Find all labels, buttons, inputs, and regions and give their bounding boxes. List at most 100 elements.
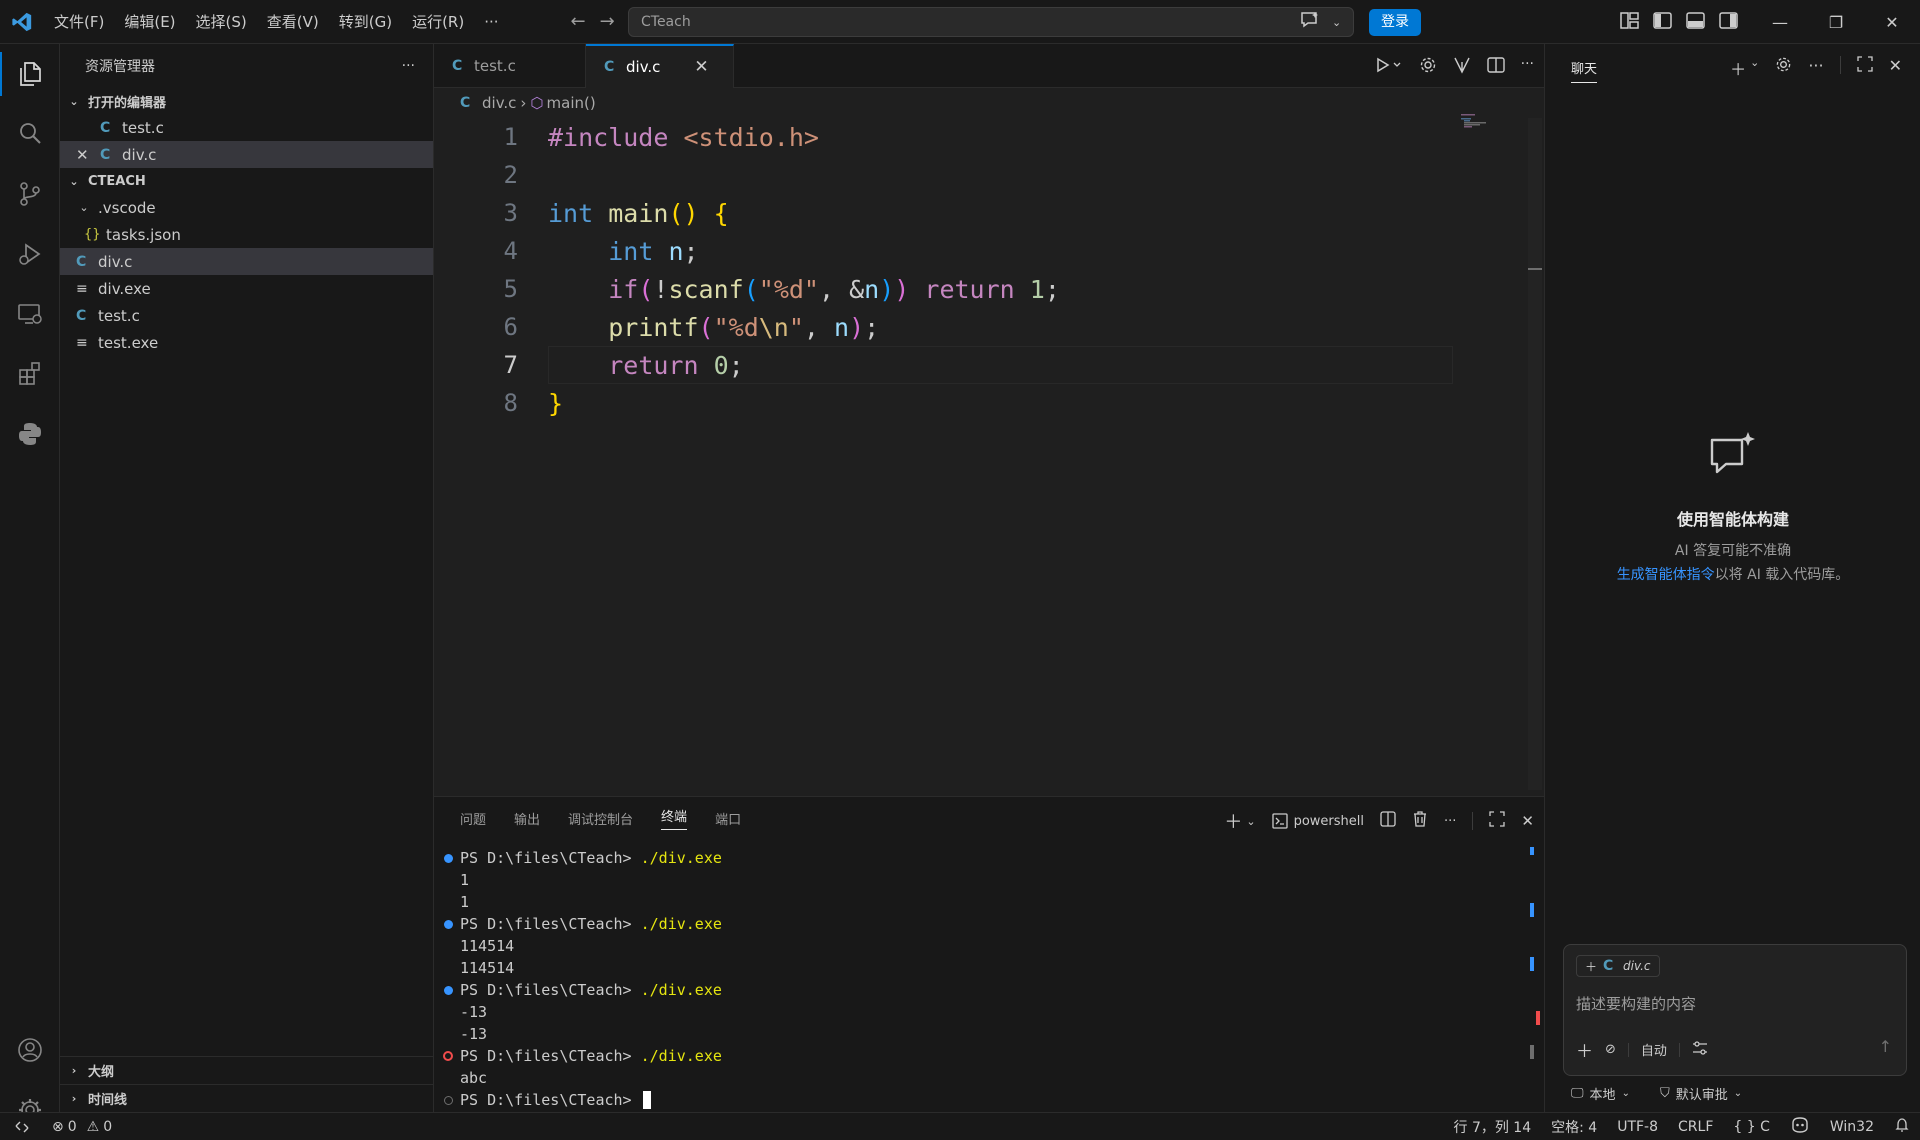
- tab-test-c[interactable]: C test.c: [434, 44, 586, 88]
- explorer-more-icon[interactable]: ···: [402, 58, 415, 74]
- vscode-logo-icon[interactable]: [0, 0, 44, 44]
- indentation[interactable]: 空格: 4: [1541, 1117, 1607, 1137]
- customize-layout-icon[interactable]: [1620, 12, 1639, 33]
- chat-title-tab[interactable]: 聊天: [1571, 58, 1598, 83]
- source-control-icon[interactable]: [0, 164, 60, 224]
- command-center-search[interactable]: CTeach: [628, 7, 1354, 37]
- tab-div-c[interactable]: C div.c ✕: [586, 44, 734, 88]
- new-terminal-icon[interactable]: ＋: [1224, 808, 1242, 834]
- command-pending-dot-icon[interactable]: [444, 1095, 453, 1105]
- outline-header[interactable]: › 大纲: [60, 1056, 434, 1084]
- notifications-bell-icon[interactable]: [1884, 1117, 1920, 1137]
- mode-picker[interactable]: 自动: [1641, 1040, 1667, 1059]
- menu-more[interactable]: ···: [474, 0, 508, 44]
- close-window-icon[interactable]: ✕: [1864, 0, 1920, 44]
- tab-ports[interactable]: 端口: [715, 809, 741, 828]
- restore-icon[interactable]: ❐: [1808, 0, 1864, 44]
- problems-status[interactable]: ⊗ 0 ⚠ 0: [52, 1119, 112, 1135]
- terminal-dropdown-chevron-icon[interactable]: ⌄: [1246, 815, 1255, 828]
- tree-item[interactable]: ≡ div.exe: [60, 275, 433, 302]
- toggle-panel-icon[interactable]: [1686, 12, 1705, 33]
- chat-settings-gear-icon[interactable]: [1775, 56, 1792, 80]
- run-debug-dropdown-icon[interactable]: [1375, 56, 1403, 78]
- close-chat-icon[interactable]: ✕: [1889, 56, 1902, 80]
- command-success-dot-icon[interactable]: [444, 919, 453, 929]
- tools-icon[interactable]: ⊘: [1605, 1042, 1616, 1057]
- tab-terminal[interactable]: 终端: [661, 806, 688, 830]
- tree-item[interactable]: C test.c: [60, 302, 433, 329]
- add-context-icon[interactable]: ＋: [1585, 958, 1597, 975]
- copilot-dropdown-chevron-icon[interactable]: ⌄: [1332, 16, 1341, 29]
- command-success-dot-icon[interactable]: [444, 985, 453, 995]
- send-arrow-icon[interactable]: ↑: [1879, 1037, 1892, 1056]
- maximize-panel-icon[interactable]: [1489, 811, 1506, 831]
- kill-terminal-trash-icon[interactable]: [1412, 811, 1428, 831]
- open-editor-item[interactable]: C test.c: [60, 114, 433, 141]
- forward-arrow-icon[interactable]: →: [600, 11, 615, 32]
- timeline-header[interactable]: › 时间线: [60, 1084, 434, 1112]
- remote-indicator-icon[interactable]: [0, 1113, 44, 1140]
- minimap[interactable]: [1461, 114, 1521, 134]
- extensions-icon[interactable]: [0, 344, 60, 404]
- command-success-dot-icon[interactable]: [444, 853, 453, 863]
- toggle-primary-sidebar-icon[interactable]: [1653, 12, 1672, 33]
- chat-more-icon[interactable]: ···: [1808, 56, 1823, 80]
- add-attachment-icon[interactable]: ＋: [1576, 1037, 1593, 1062]
- split-editor-icon[interactable]: [1486, 56, 1505, 78]
- command-error-dot-icon[interactable]: [443, 1051, 453, 1061]
- explorer-icon[interactable]: [0, 44, 60, 104]
- new-chat-dropdown-chevron-icon[interactable]: ⌄: [1750, 56, 1759, 80]
- open-editor-item[interactable]: ✕ C div.c: [60, 141, 433, 168]
- chat-input-placeholder[interactable]: 描述要构建的内容: [1576, 993, 1696, 1014]
- menu-view[interactable]: 查看(V): [257, 0, 329, 44]
- location-picker[interactable]: 🖵 本地 ⌄: [1571, 1084, 1630, 1103]
- configure-tools-icon[interactable]: [1692, 1040, 1708, 1059]
- menu-run[interactable]: 运行(R): [402, 0, 474, 44]
- menu-selection[interactable]: 选择(S): [186, 0, 257, 44]
- copilot-chat-icon[interactable]: [1300, 11, 1320, 33]
- login-button[interactable]: 登录: [1369, 9, 1421, 36]
- search-icon[interactable]: [0, 104, 60, 164]
- split-terminal-icon[interactable]: [1380, 811, 1396, 831]
- folder-header[interactable]: ⌄ CTEACH: [60, 168, 433, 194]
- tree-item[interactable]: C div.c: [60, 248, 433, 275]
- language-mode[interactable]: { } C: [1723, 1119, 1780, 1135]
- minimize-icon[interactable]: —: [1752, 0, 1808, 44]
- panel-more-icon[interactable]: ···: [1444, 814, 1456, 829]
- maximize-chat-icon[interactable]: [1856, 56, 1873, 80]
- run-debug-icon[interactable]: [0, 224, 60, 284]
- menu-go[interactable]: 转到(G): [329, 0, 402, 44]
- tree-item[interactable]: ≡ test.exe: [60, 329, 433, 356]
- tab-output[interactable]: 输出: [514, 809, 540, 828]
- terminal-scrollbar[interactable]: [1528, 847, 1542, 1107]
- breadcrumb-symbol[interactable]: main(): [547, 94, 596, 112]
- tab-problems[interactable]: 问题: [460, 809, 486, 828]
- tree-item[interactable]: {} tasks.json: [60, 221, 433, 248]
- editor-scrollbar[interactable]: [1528, 118, 1542, 790]
- terminal-output[interactable]: PS D:\files\CTeach> ./div.exe 1 1 PS D:\…: [434, 847, 1524, 1111]
- compare-icon[interactable]: [1453, 56, 1471, 78]
- tab-debug-console[interactable]: 调试控制台: [568, 809, 633, 828]
- terminal-shell-selector[interactable]: powershell: [1271, 813, 1364, 829]
- platform[interactable]: Win32: [1820, 1119, 1884, 1135]
- open-editors-header[interactable]: ⌄ 打开的编辑器: [60, 88, 433, 114]
- context-chip[interactable]: ＋ C div.c: [1576, 955, 1660, 977]
- close-panel-icon[interactable]: ✕: [1521, 812, 1534, 830]
- code-editor[interactable]: 1 #include <stdio.h> 2 3 int main() { 4 …: [434, 118, 1529, 422]
- toggle-secondary-sidebar-icon[interactable]: [1719, 12, 1738, 33]
- tree-item-folder[interactable]: ⌄ .vscode: [60, 194, 433, 221]
- remote-explorer-icon[interactable]: [0, 284, 60, 344]
- menu-file[interactable]: 文件(F): [44, 0, 114, 44]
- new-chat-icon[interactable]: ＋: [1730, 56, 1746, 80]
- menu-edit[interactable]: 编辑(E): [114, 0, 185, 44]
- encoding[interactable]: UTF-8: [1607, 1119, 1668, 1135]
- more-actions-icon[interactable]: ···: [1521, 56, 1534, 78]
- breadcrumb-file[interactable]: div.c: [482, 94, 516, 112]
- approval-picker[interactable]: ⛉ 默认审批 ⌄: [1660, 1084, 1742, 1103]
- settings-gear-icon[interactable]: [1419, 56, 1437, 78]
- generate-instructions-link[interactable]: 生成智能体指令: [1617, 567, 1715, 583]
- copilot-status-icon[interactable]: [1780, 1117, 1820, 1137]
- end-of-line[interactable]: CRLF: [1668, 1119, 1723, 1135]
- python-icon[interactable]: [0, 404, 60, 464]
- back-arrow-icon[interactable]: ←: [571, 11, 586, 32]
